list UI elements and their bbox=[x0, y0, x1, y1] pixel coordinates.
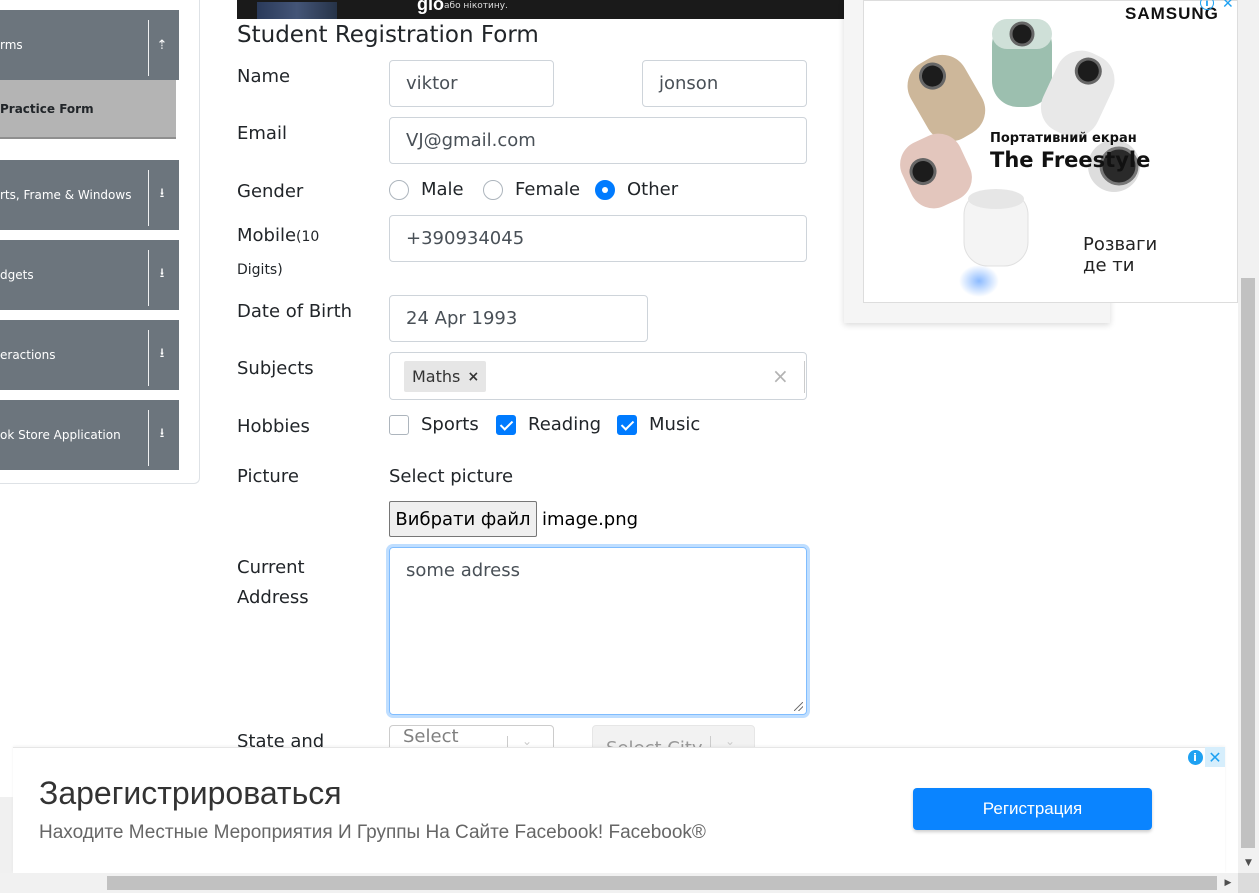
download-arrow-icon[interactable]: ⭳ bbox=[152, 160, 172, 230]
mobile-hint: (10 bbox=[296, 229, 320, 245]
file-name: image.png bbox=[542, 509, 639, 530]
gender-radio-female[interactable]: Female bbox=[483, 179, 580, 200]
sidebar-group-forms[interactable]: rms ⇡ bbox=[0, 10, 179, 80]
info-icon: i bbox=[1187, 749, 1203, 765]
ad-text: або нікотину. bbox=[444, 1, 508, 11]
top-banner-ad[interactable]: glo або нікотину. bbox=[237, 0, 844, 19]
sidebar-item-label: Practice Form bbox=[0, 101, 94, 116]
divider bbox=[804, 361, 805, 393]
hobbies-label: Hobbies bbox=[237, 416, 310, 437]
state-placeholder: Select bbox=[403, 726, 459, 747]
remove-tag-icon[interactable]: × bbox=[460, 369, 486, 385]
hobby-checkbox-sports[interactable]: Sports bbox=[389, 414, 479, 435]
current-address-textarea[interactable]: some adress bbox=[389, 547, 807, 715]
ad-logo: glo bbox=[417, 0, 444, 14]
sidebar-group-alerts-frames-windows[interactable]: rts, Frame & Windows ⭳ bbox=[0, 160, 179, 230]
ad-controls: i ✕ bbox=[1185, 747, 1225, 767]
ad-tagline: Портативний екран bbox=[990, 131, 1137, 146]
sidebar-group-widgets[interactable]: dgets ⭳ bbox=[0, 240, 179, 310]
download-arrow-icon[interactable]: ⭳ bbox=[152, 240, 172, 310]
gender-radio-male[interactable]: Male bbox=[389, 179, 464, 200]
address-text: some adress bbox=[406, 560, 521, 581]
subjects-label: Subjects bbox=[237, 358, 314, 379]
ad-image bbox=[257, 2, 337, 19]
ad-slogan-line1: Розваги bbox=[1083, 234, 1158, 255]
divider bbox=[148, 250, 149, 306]
ad-slogan-line2: де ти bbox=[1083, 255, 1135, 276]
gender-label: Gender bbox=[237, 181, 304, 202]
name-label: Name bbox=[237, 66, 291, 87]
current-address-label-line1: Current bbox=[237, 557, 305, 578]
checkbox-label: Sports bbox=[421, 414, 479, 435]
horizontal-scrollbar-thumb[interactable] bbox=[107, 876, 1217, 890]
radio-circle-selected[interactable] bbox=[595, 179, 615, 200]
ad-description: Находите Местные Мероприятия И Группы На… bbox=[39, 822, 706, 843]
first-name-input[interactable]: viktor bbox=[389, 60, 554, 107]
chevron-up-icon[interactable]: ⇡ bbox=[152, 10, 172, 80]
subject-tag-label: Maths bbox=[412, 367, 461, 386]
sidebar-group-interactions[interactable]: eractions ⭳ bbox=[0, 320, 179, 390]
clear-icon[interactable]: × bbox=[772, 364, 789, 388]
subjects-input[interactable]: Maths × × bbox=[389, 352, 807, 400]
hobby-checkbox-reading[interactable]: Reading bbox=[496, 414, 601, 435]
divider bbox=[148, 20, 149, 76]
ad-backdrop bbox=[0, 797, 13, 873]
radio-circle[interactable] bbox=[483, 179, 503, 200]
checkbox-label: Reading bbox=[528, 414, 602, 435]
resize-handle-icon[interactable] bbox=[794, 702, 803, 711]
radio-circle[interactable] bbox=[389, 179, 409, 200]
mobile-label: Mobile(10 Digits) bbox=[237, 220, 319, 286]
subject-tag: Maths × bbox=[404, 361, 487, 392]
ad-close-icon[interactable]: ✕ bbox=[1205, 747, 1225, 767]
checkbox-box-checked[interactable] bbox=[496, 414, 516, 435]
download-arrow-icon[interactable]: ⭳ bbox=[152, 320, 172, 390]
ad-product-name: The Freestyle bbox=[990, 148, 1151, 172]
current-address-label: Current Address bbox=[237, 553, 309, 613]
checkbox-box-checked[interactable] bbox=[617, 414, 637, 435]
mobile-input[interactable]: +390934045 bbox=[389, 215, 807, 262]
picture-label: Picture bbox=[237, 466, 299, 487]
ad-info-icon[interactable]: i bbox=[1185, 747, 1205, 767]
gender-radio-other[interactable]: Other bbox=[595, 179, 678, 200]
register-button[interactable]: Регистрация bbox=[913, 788, 1152, 830]
date-of-birth-input[interactable]: 24 Apr 1993 bbox=[389, 295, 648, 342]
current-address-label-line2: Address bbox=[237, 587, 309, 608]
sidebar-group-book-store[interactable]: ok Store Application ⭳ bbox=[0, 400, 179, 470]
scroll-right-arrow-icon[interactable]: ▶ bbox=[1218, 873, 1238, 893]
page-title: Student Registration Form bbox=[237, 22, 539, 48]
mobile-hint-digits: Digits) bbox=[237, 262, 283, 278]
divider bbox=[148, 330, 149, 386]
ad-headline[interactable]: Зарегистрироваться bbox=[39, 775, 342, 812]
select-picture-label: Select picture bbox=[389, 466, 514, 487]
checkbox-label: Music bbox=[649, 414, 701, 435]
mobile-label-text: Mobile bbox=[237, 225, 297, 246]
chevron-down-icon[interactable]: ⌄ bbox=[522, 734, 532, 748]
divider bbox=[148, 170, 149, 226]
ad-slogan: Розваги де ти bbox=[1083, 234, 1157, 276]
radio-label: Male bbox=[421, 179, 464, 200]
download-arrow-icon[interactable]: ⭳ bbox=[152, 400, 172, 470]
email-label: Email bbox=[237, 123, 287, 144]
vertical-scrollbar-thumb[interactable] bbox=[1241, 278, 1255, 848]
email-field[interactable]: VJ@gmail.com bbox=[389, 117, 807, 164]
scroll-down-arrow-icon[interactable]: ▼ bbox=[1238, 853, 1259, 873]
sidebar-item-practice-form[interactable]: Practice Form bbox=[0, 80, 176, 139]
radio-label: Other bbox=[627, 179, 679, 200]
radio-label: Female bbox=[515, 179, 581, 200]
ad-close-icon[interactable]: ✕ bbox=[1222, 0, 1234, 12]
scrollbar-corner bbox=[1238, 873, 1259, 893]
dob-label: Date of Birth bbox=[237, 301, 353, 322]
last-name-input[interactable]: jonson bbox=[642, 60, 807, 107]
hobby-checkbox-music[interactable]: Music bbox=[617, 414, 700, 435]
divider bbox=[148, 410, 149, 466]
checkbox-box[interactable] bbox=[389, 414, 409, 435]
chevron-down-icon[interactable]: ⌄ bbox=[725, 734, 735, 748]
choose-file-button[interactable]: Вибрати файл bbox=[389, 501, 537, 537]
